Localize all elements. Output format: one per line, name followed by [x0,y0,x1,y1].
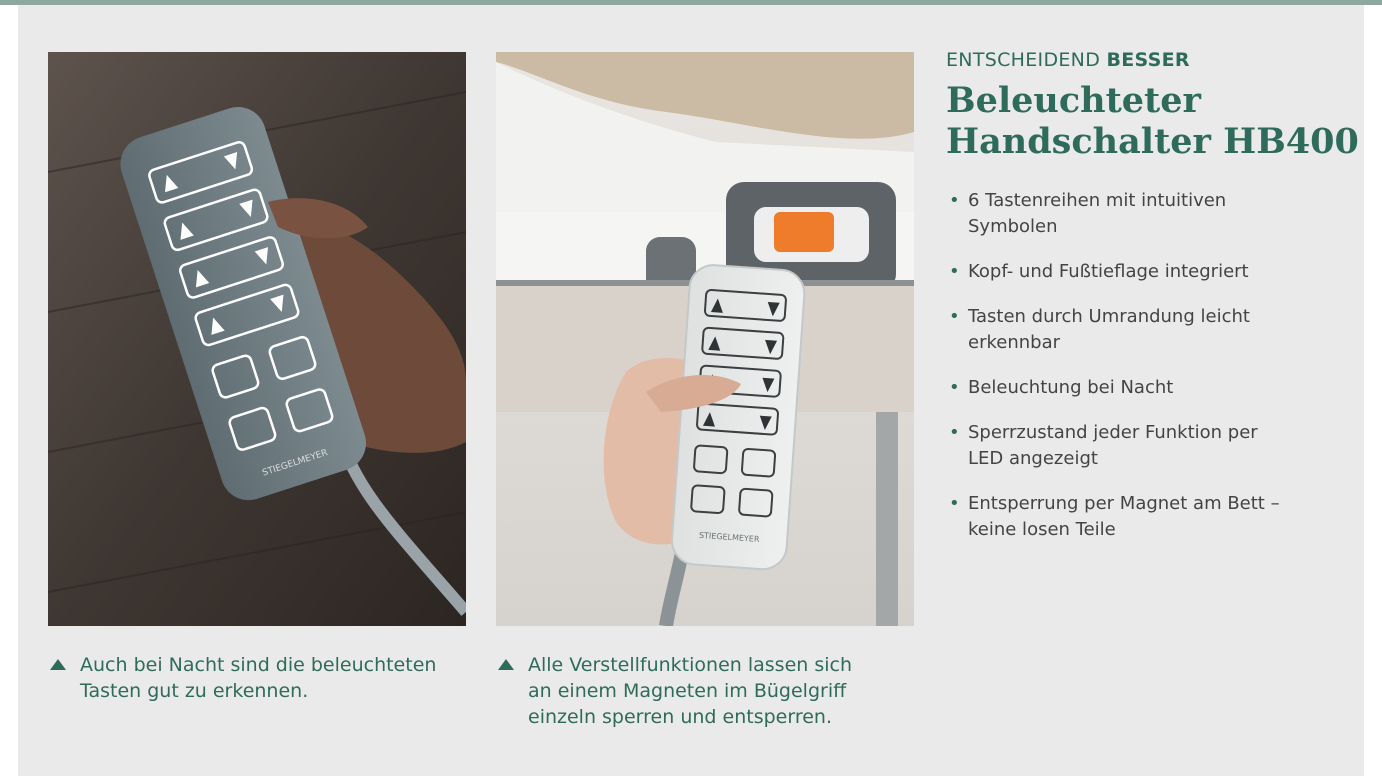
photo-night-handset: STIEGELMEYER [48,52,466,626]
feature-line: Entsperrung per Magnet am Bett – [968,493,1280,514]
feature-item: • 6 Tastenreihen mit intuitiven Symbolen [946,188,1326,240]
feature-line: Kopf- und Fußtieflage integriert [968,261,1249,282]
page-title: Beleuchteter Handschalter HB400 [946,80,1366,162]
bullet-dot-icon: • [949,190,960,211]
feature-line: Beleuchtung bei Nacht [968,377,1174,398]
feature-item: • Entsperrung per Magnet am Bett – keine… [946,491,1326,543]
caption-line: Alle Verstellfunktionen lassen sich [528,654,853,676]
triangle-up-icon [50,659,66,670]
photo-caption-magnet: Alle Verstellfunktionen lassen sich an e… [498,652,908,730]
bullet-dot-icon: • [949,422,960,443]
caption-line: an einem Magneten im Bügelgriff [528,680,847,702]
photo-caption-night: Auch bei Nacht sind die beleuchteten Tas… [50,652,470,704]
feature-item: • Tasten durch Umrandung leicht erkennba… [946,304,1326,356]
section-kicker: ENTSCHEIDEND BESSER [946,49,1190,71]
title-line-2: Handschalter HB400 [946,121,1359,162]
feature-item: • Kopf- und Fußtieflage integriert [946,259,1326,285]
triangle-up-icon [498,659,514,670]
feature-line: erkennbar [968,332,1061,353]
bullet-dot-icon: • [949,261,960,282]
bullet-dot-icon: • [949,306,960,327]
feature-item: • Sperrzustand jeder Funktion per LED an… [946,420,1326,472]
feature-list: • 6 Tastenreihen mit intuitiven Symbolen… [946,188,1326,562]
kicker-bold: BESSER [1106,49,1190,71]
caption-line: Auch bei Nacht sind die beleuchteten [80,654,437,676]
feature-line: 6 Tastenreihen mit intuitiven [968,190,1227,211]
photo-bed-handset: STIEGELMEYER [496,52,914,626]
caption-line: Tasten gut zu erkennen. [80,680,309,702]
feature-line: LED angezeigt [968,448,1098,469]
bullet-dot-icon: • [949,493,960,514]
kicker-regular: ENTSCHEIDEND [946,49,1101,71]
title-line-1: Beleuchteter [946,80,1201,121]
feature-line: Tasten durch Umrandung leicht [968,306,1250,327]
feature-line: Symbolen [968,216,1058,237]
feature-line: Sperrzustand jeder Funktion per [968,422,1258,443]
caption-line: einzeln sperren und entsperren. [528,706,832,728]
bullet-dot-icon: • [949,377,960,398]
feature-item: • Beleuchtung bei Nacht [946,375,1326,401]
feature-line: keine losen Teile [968,519,1116,540]
